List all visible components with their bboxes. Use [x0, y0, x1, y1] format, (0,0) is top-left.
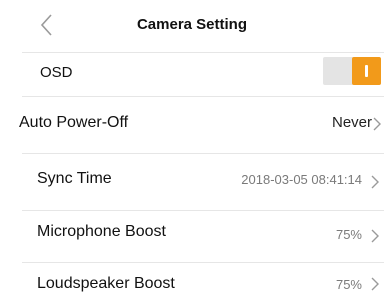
osd-label: OSD: [40, 64, 73, 81]
chevron-right-icon: [371, 277, 379, 291]
settings-row-microphone-boost[interactable]: Microphone Boost 75%: [0, 211, 384, 261]
sync-time-label: Sync Time: [37, 170, 112, 187]
chevron-right-icon: [371, 175, 379, 189]
auto-power-off-value: Never: [331, 114, 372, 131]
microphone-boost-value: 75%: [335, 227, 362, 242]
auto-power-off-label: Auto Power-Off: [19, 114, 129, 131]
microphone-boost-label: Microphone Boost: [37, 223, 166, 240]
chevron-right-icon: [373, 117, 381, 131]
sync-time-value: 2018-03-05 08:41:14: [241, 172, 362, 187]
chevron-right-icon: [371, 229, 379, 243]
loudspeaker-boost-value: 75%: [335, 277, 362, 292]
toggle-on-indicator: [352, 57, 381, 85]
loudspeaker-boost-label: Loudspeaker Boost: [37, 275, 175, 292]
settings-row-sync-time[interactable]: Sync Time 2018-03-05 08:41:14: [0, 154, 384, 208]
page-title: Camera Setting: [136, 16, 248, 33]
osd-toggle[interactable]: [323, 57, 381, 85]
header-bar: Camera Setting: [0, 0, 384, 48]
settings-row-loudspeaker-boost[interactable]: Loudspeaker Boost 75%: [0, 263, 384, 292]
settings-row-auto-power-off[interactable]: Auto Power-Off Never: [0, 97, 384, 149]
